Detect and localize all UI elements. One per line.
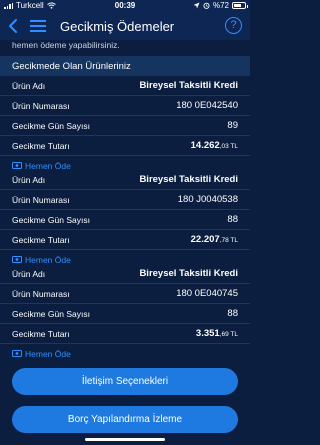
bottom-actions: İletişim Seçenekleri Borç Yapılandırma İ… — [0, 358, 250, 445]
delay-amount-row: Gecikme Tutarı 14.262,03 TL — [0, 136, 250, 156]
delay-days-label: Gecikme Gün Sayısı — [12, 309, 90, 319]
delay-amount-value: 14.262,03 TL — [191, 140, 238, 151]
battery-percent: %72 — [212, 1, 229, 10]
battery-icon — [232, 2, 248, 9]
product-number-value: 180 0E042540 — [176, 100, 238, 111]
alarm-icon — [203, 2, 210, 9]
hamburger-menu-icon[interactable] — [30, 20, 46, 32]
product-number-value: 180 J0040538 — [177, 194, 238, 205]
product-number-row: Ürün Numarası 180 J0040538 — [0, 190, 250, 210]
intro-text: hemen ödeme yapabilirsiniz. — [12, 40, 120, 50]
delay-amount-label: Gecikme Tutarı — [12, 141, 70, 151]
delay-amount-row: Gecikme Tutarı 3.351,69 TL — [0, 324, 250, 344]
product-name-label: Ürün Adı — [12, 269, 46, 279]
section-header: Gecikmede Olan Ürünleriniz — [0, 56, 250, 76]
product-name-row: Ürün Adı Bireysel Taksitli Kredi — [0, 170, 250, 190]
status-right: %72 — [193, 1, 248, 10]
product-name-row: Ürün Adı Bireysel Taksitli Kredi — [0, 264, 250, 284]
amount-main: 14.262 — [190, 140, 220, 151]
help-icon[interactable]: ? — [225, 17, 242, 34]
product-number-label: Ürün Numarası — [12, 289, 70, 299]
amount-decimal: ,69 TL — [219, 331, 238, 338]
product-name-row: Ürün Adı Bireysel Taksitli Kredi — [0, 76, 250, 96]
status-bar: Turkcell 00:39 %72 — [0, 0, 250, 12]
product-name-label: Ürün Adı — [12, 81, 46, 91]
delay-days-label: Gecikme Gün Sayısı — [12, 121, 90, 131]
delay-days-value: 88 — [227, 308, 238, 319]
delay-days-row: Gecikme Gün Sayısı 88 — [0, 210, 250, 230]
home-indicator[interactable] — [85, 438, 165, 441]
delay-amount-label: Gecikme Tutarı — [12, 235, 70, 245]
pay-now-button[interactable]: Hemen Öde — [0, 344, 250, 358]
money-icon — [12, 162, 22, 169]
delay-amount-value: 22.207,78 TL — [191, 234, 238, 245]
navigation-bar: Gecikmiş Ödemeler ? — [0, 12, 250, 40]
amount-main: 22.207 — [190, 234, 220, 245]
product-name-label: Ürün Adı — [12, 175, 46, 185]
delay-days-row: Gecikme Gün Sayısı 88 — [0, 304, 250, 324]
money-icon — [12, 350, 22, 357]
pay-now-label: Hemen Öde — [25, 349, 71, 358]
product-number-label: Ürün Numarası — [12, 195, 70, 205]
product-number-row: Ürün Numarası 180 0E040745 — [0, 284, 250, 304]
product-number-label: Ürün Numarası — [12, 101, 70, 111]
delay-days-value: 88 — [227, 214, 238, 225]
back-chevron-icon[interactable] — [6, 18, 20, 34]
delay-days-value: 89 — [227, 120, 238, 131]
contact-options-button[interactable]: İletişim Seçenekleri — [12, 368, 238, 395]
product-name-value: Bireysel Taksitli Kredi — [139, 80, 238, 91]
location-icon — [193, 2, 200, 9]
amount-main: 3.351 — [195, 328, 220, 339]
product-number-row: Ürün Numarası 180 0E042540 — [0, 96, 250, 116]
delay-days-row: Gecikme Gün Sayısı 89 — [0, 116, 250, 136]
product-number-value: 180 0E040745 — [176, 288, 238, 299]
product-name-value: Bireysel Taksitli Kredi — [139, 174, 238, 185]
debt-restructuring-button[interactable]: Borç Yapılandırma İzleme — [12, 406, 238, 433]
product-name-value: Bireysel Taksitli Kredi — [139, 268, 238, 279]
amount-decimal: ,03 TL — [219, 143, 238, 150]
delay-amount-row: Gecikme Tutarı 22.207,78 TL — [0, 230, 250, 250]
delay-amount-value: 3.351,69 TL — [196, 328, 238, 339]
overdue-content[interactable]: hemen ödeme yapabilirsiniz. Gecikmede Ol… — [0, 40, 250, 358]
product-card: Ürün Adı Bireysel Taksitli Kredi Ürün Nu… — [0, 264, 250, 358]
money-icon — [12, 256, 22, 263]
delay-amount-label: Gecikme Tutarı — [12, 329, 70, 339]
amount-decimal: ,78 TL — [219, 237, 238, 244]
page-title: Gecikmiş Ödemeler — [60, 19, 175, 34]
delay-days-label: Gecikme Gün Sayısı — [12, 215, 90, 225]
battery-fill — [234, 4, 242, 7]
